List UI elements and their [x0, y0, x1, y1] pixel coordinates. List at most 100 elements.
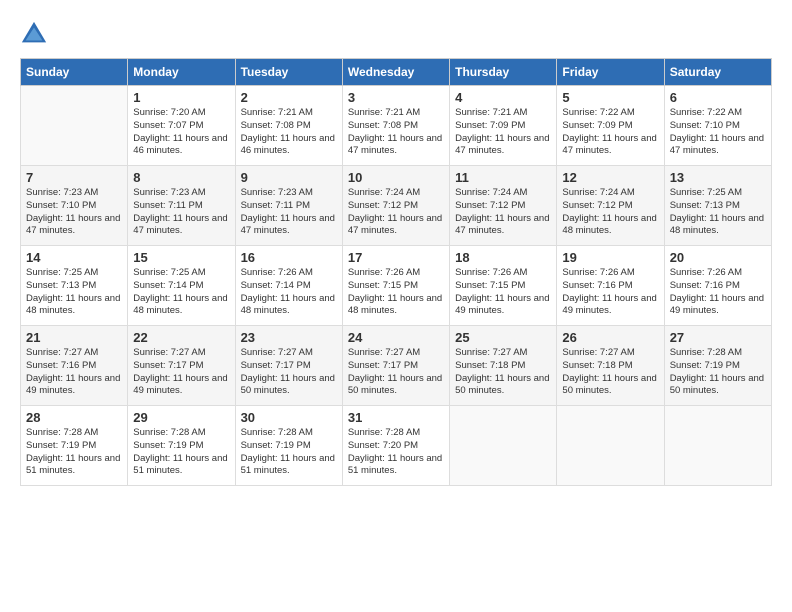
day-number: 21 [26, 330, 122, 345]
day-number: 2 [241, 90, 337, 105]
cell-info: Sunrise: 7:21 AMSunset: 7:08 PMDaylight:… [348, 107, 444, 158]
calendar-cell: 23Sunrise: 7:27 AMSunset: 7:17 PMDayligh… [235, 326, 342, 406]
day-number: 7 [26, 170, 122, 185]
week-row-1: 1 Sunrise: 7:20 AMSunset: 7:07 PMDaylight… [21, 86, 772, 166]
day-number: 25 [455, 330, 551, 345]
calendar-cell: 18 Sunrise: 7:26 AMSunset: 7:15 PMDayligh… [450, 246, 557, 326]
calendar-cell: 13 Sunrise: 7:25 AMSunset: 7:13 PMDayligh… [664, 166, 771, 246]
calendar-cell: 8Sunrise: 7:23 AMSunset: 7:11 PMDaylight… [128, 166, 235, 246]
calendar-cell: 4 Sunrise: 7:21 AMSunset: 7:09 PMDaylight… [450, 86, 557, 166]
cell-info: Sunrise: 7:27 AMSunset: 7:18 PMDaylight:… [562, 347, 658, 398]
day-number: 17 [348, 250, 444, 265]
header-saturday: Saturday [664, 59, 771, 86]
calendar-cell: 25 Sunrise: 7:27 AMSunset: 7:18 PMDayligh… [450, 326, 557, 406]
week-row-5: 28 Sunrise: 7:28 AMSunset: 7:19 PMDayligh… [21, 406, 772, 486]
calendar-cell: 22 Sunrise: 7:27 AMSunset: 7:17 PMDayligh… [128, 326, 235, 406]
calendar-cell: 2 Sunrise: 7:21 AMSunset: 7:08 PMDaylight… [235, 86, 342, 166]
calendar-cell: 10Sunrise: 7:24 AMSunset: 7:12 PMDayligh… [342, 166, 449, 246]
cell-info: Sunrise: 7:25 AMSunset: 7:14 PMDaylight:… [133, 267, 229, 318]
calendar-cell: 26 Sunrise: 7:27 AMSunset: 7:18 PMDayligh… [557, 326, 664, 406]
cell-info: Sunrise: 7:25 AMSunset: 7:13 PMDaylight:… [670, 187, 766, 238]
day-number: 28 [26, 410, 122, 425]
cell-info: Sunrise: 7:27 AMSunset: 7:17 PMDaylight:… [348, 347, 444, 398]
calendar-cell: 7 Sunrise: 7:23 AMSunset: 7:10 PMDaylight… [21, 166, 128, 246]
calendar-cell: 5Sunrise: 7:22 AMSunset: 7:09 PMDaylight… [557, 86, 664, 166]
calendar-cell: 12Sunrise: 7:24 AMSunset: 7:12 PMDayligh… [557, 166, 664, 246]
cell-info: Sunrise: 7:23 AMSunset: 7:10 PMDaylight:… [26, 187, 122, 238]
calendar-cell: 3Sunrise: 7:21 AMSunset: 7:08 PMDaylight… [342, 86, 449, 166]
day-number: 29 [133, 410, 229, 425]
week-row-4: 21 Sunrise: 7:27 AMSunset: 7:16 PMDayligh… [21, 326, 772, 406]
calendar-cell: 24 Sunrise: 7:27 AMSunset: 7:17 PMDayligh… [342, 326, 449, 406]
calendar-cell: 11Sunrise: 7:24 AMSunset: 7:12 PMDayligh… [450, 166, 557, 246]
header-monday: Monday [128, 59, 235, 86]
day-number: 22 [133, 330, 229, 345]
logo-icon [20, 20, 48, 48]
day-number: 30 [241, 410, 337, 425]
calendar-cell: 29 Sunrise: 7:28 AMSunset: 7:19 PMDayligh… [128, 406, 235, 486]
cell-info: Sunrise: 7:28 AMSunset: 7:19 PMDaylight:… [26, 427, 122, 478]
calendar-cell: 17 Sunrise: 7:26 AMSunset: 7:15 PMDayligh… [342, 246, 449, 326]
day-number: 13 [670, 170, 766, 185]
cell-info: Sunrise: 7:27 AMSunset: 7:17 PMDaylight:… [241, 347, 337, 398]
cell-info: Sunrise: 7:23 AMSunset: 7:11 PMDaylight:… [241, 187, 337, 238]
header-friday: Friday [557, 59, 664, 86]
logo [20, 20, 52, 48]
header-sunday: Sunday [21, 59, 128, 86]
cell-info: Sunrise: 7:26 AMSunset: 7:16 PMDaylight:… [562, 267, 658, 318]
cell-info: Sunrise: 7:22 AMSunset: 7:10 PMDaylight:… [670, 107, 766, 158]
day-number: 4 [455, 90, 551, 105]
cell-info: Sunrise: 7:25 AMSunset: 7:13 PMDaylight:… [26, 267, 122, 318]
calendar-cell [450, 406, 557, 486]
day-number: 19 [562, 250, 658, 265]
calendar-cell: 31Sunrise: 7:28 AMSunset: 7:20 PMDayligh… [342, 406, 449, 486]
day-number: 14 [26, 250, 122, 265]
header-tuesday: Tuesday [235, 59, 342, 86]
header-thursday: Thursday [450, 59, 557, 86]
calendar-cell: 6 Sunrise: 7:22 AMSunset: 7:10 PMDaylight… [664, 86, 771, 166]
calendar-cell [21, 86, 128, 166]
calendar-cell: 19 Sunrise: 7:26 AMSunset: 7:16 PMDayligh… [557, 246, 664, 326]
cell-info: Sunrise: 7:24 AMSunset: 7:12 PMDaylight:… [562, 187, 658, 238]
day-number: 5 [562, 90, 658, 105]
cell-info: Sunrise: 7:21 AMSunset: 7:08 PMDaylight:… [241, 107, 337, 158]
day-number: 24 [348, 330, 444, 345]
day-number: 20 [670, 250, 766, 265]
page-header [20, 20, 772, 48]
calendar-cell: 14 Sunrise: 7:25 AMSunset: 7:13 PMDayligh… [21, 246, 128, 326]
cell-info: Sunrise: 7:23 AMSunset: 7:11 PMDaylight:… [133, 187, 229, 238]
calendar-cell: 1 Sunrise: 7:20 AMSunset: 7:07 PMDaylight… [128, 86, 235, 166]
cell-info: Sunrise: 7:28 AMSunset: 7:19 PMDaylight:… [241, 427, 337, 478]
day-number: 6 [670, 90, 766, 105]
calendar-cell: 15Sunrise: 7:25 AMSunset: 7:14 PMDayligh… [128, 246, 235, 326]
cell-info: Sunrise: 7:26 AMSunset: 7:14 PMDaylight:… [241, 267, 337, 318]
cell-info: Sunrise: 7:24 AMSunset: 7:12 PMDaylight:… [455, 187, 551, 238]
day-number: 10 [348, 170, 444, 185]
cell-info: Sunrise: 7:26 AMSunset: 7:16 PMDaylight:… [670, 267, 766, 318]
calendar-cell: 30 Sunrise: 7:28 AMSunset: 7:19 PMDayligh… [235, 406, 342, 486]
header-row: SundayMondayTuesdayWednesdayThursdayFrid… [21, 59, 772, 86]
day-number: 16 [241, 250, 337, 265]
calendar-cell: 20 Sunrise: 7:26 AMSunset: 7:16 PMDayligh… [664, 246, 771, 326]
calendar-cell: 21 Sunrise: 7:27 AMSunset: 7:16 PMDayligh… [21, 326, 128, 406]
day-number: 31 [348, 410, 444, 425]
day-number: 18 [455, 250, 551, 265]
cell-info: Sunrise: 7:27 AMSunset: 7:18 PMDaylight:… [455, 347, 551, 398]
calendar-body: 1 Sunrise: 7:20 AMSunset: 7:07 PMDaylight… [21, 86, 772, 486]
calendar-table: SundayMondayTuesdayWednesdayThursdayFrid… [20, 58, 772, 486]
calendar-cell [664, 406, 771, 486]
calendar-cell: 9Sunrise: 7:23 AMSunset: 7:11 PMDaylight… [235, 166, 342, 246]
cell-info: Sunrise: 7:27 AMSunset: 7:17 PMDaylight:… [133, 347, 229, 398]
calendar-cell: 16 Sunrise: 7:26 AMSunset: 7:14 PMDayligh… [235, 246, 342, 326]
cell-info: Sunrise: 7:28 AMSunset: 7:19 PMDaylight:… [133, 427, 229, 478]
cell-info: Sunrise: 7:26 AMSunset: 7:15 PMDaylight:… [348, 267, 444, 318]
day-number: 26 [562, 330, 658, 345]
week-row-2: 7 Sunrise: 7:23 AMSunset: 7:10 PMDaylight… [21, 166, 772, 246]
week-row-3: 14 Sunrise: 7:25 AMSunset: 7:13 PMDayligh… [21, 246, 772, 326]
cell-info: Sunrise: 7:27 AMSunset: 7:16 PMDaylight:… [26, 347, 122, 398]
day-number: 1 [133, 90, 229, 105]
calendar-cell: 28 Sunrise: 7:28 AMSunset: 7:19 PMDayligh… [21, 406, 128, 486]
cell-info: Sunrise: 7:21 AMSunset: 7:09 PMDaylight:… [455, 107, 551, 158]
cell-info: Sunrise: 7:20 AMSunset: 7:07 PMDaylight:… [133, 107, 229, 158]
cell-info: Sunrise: 7:26 AMSunset: 7:15 PMDaylight:… [455, 267, 551, 318]
